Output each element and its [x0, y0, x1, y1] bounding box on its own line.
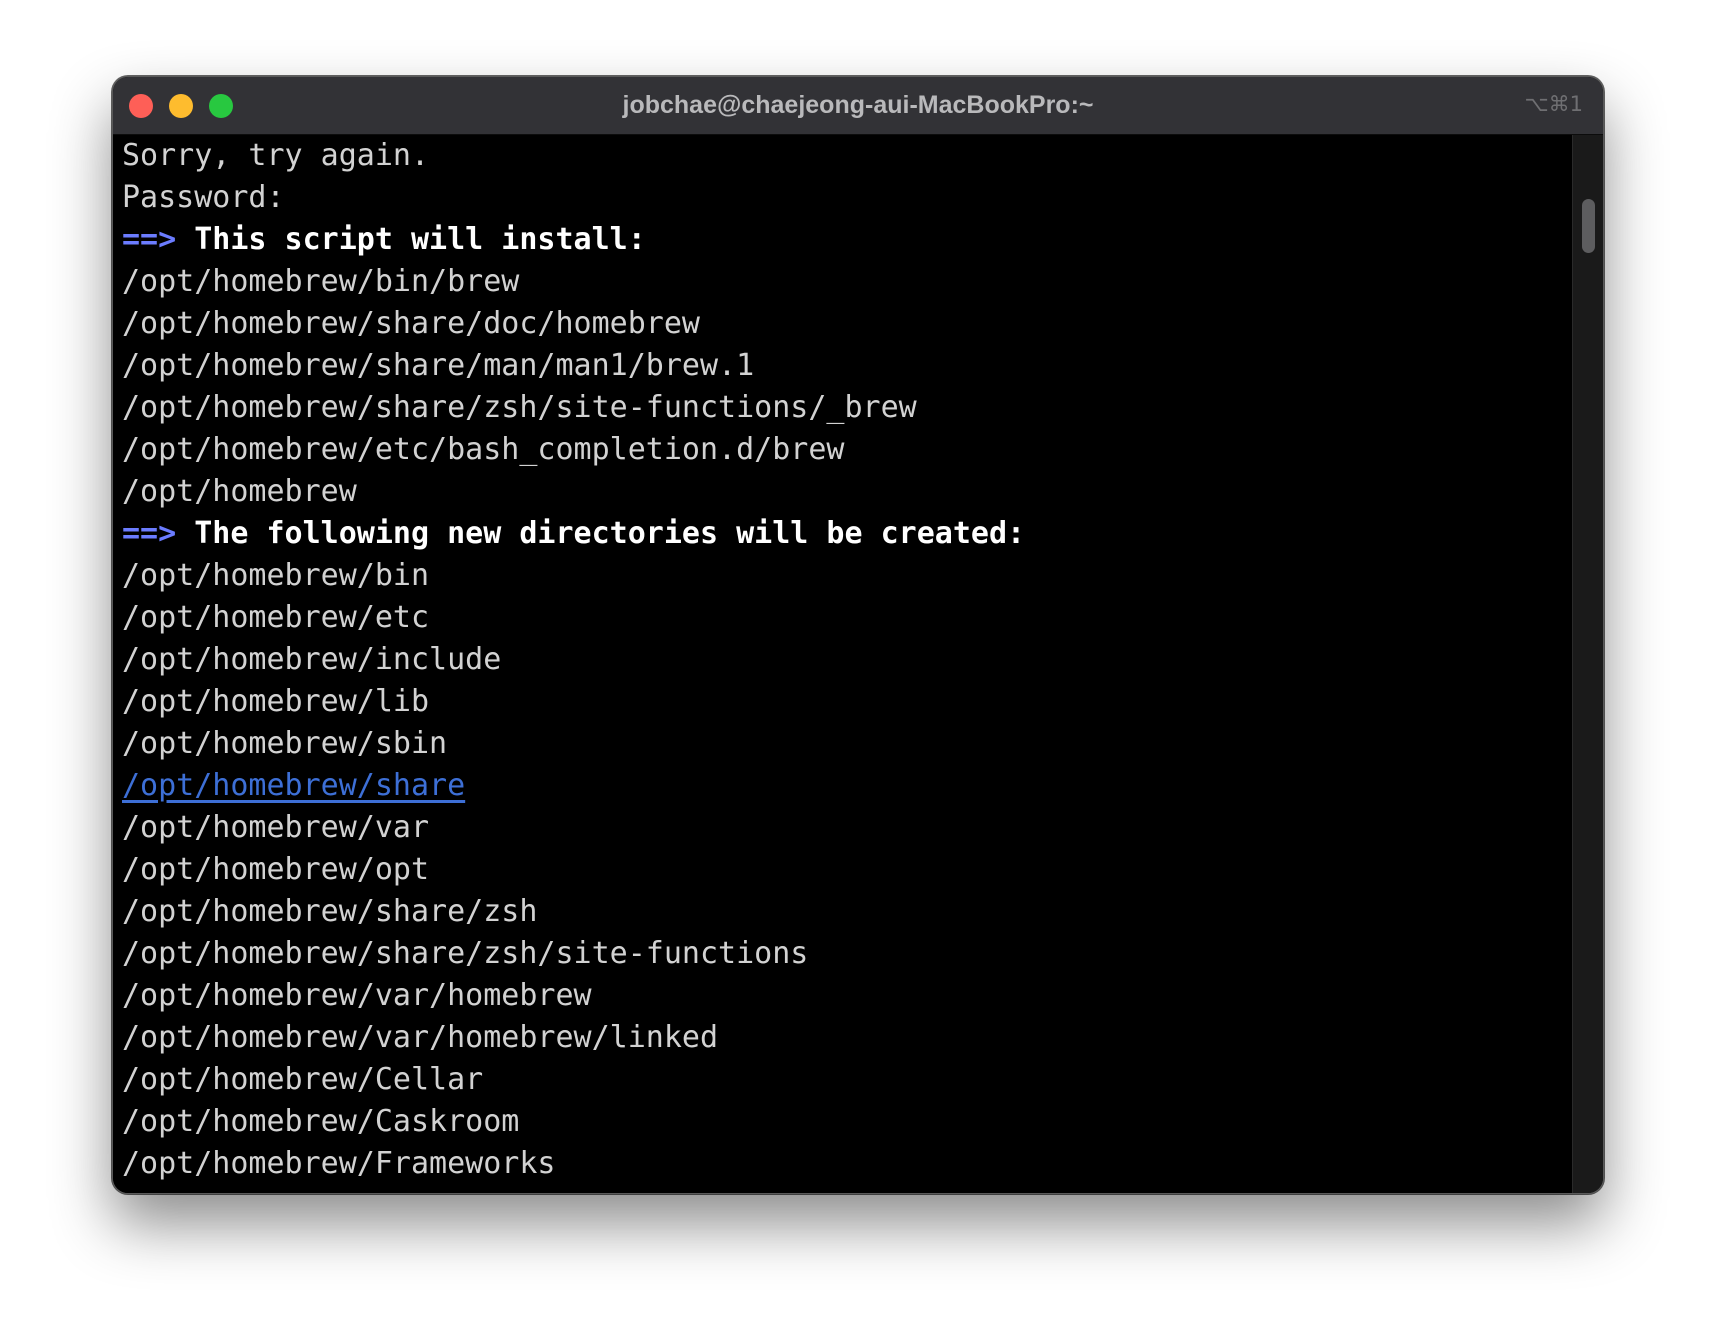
heading-text: This script will install:	[194, 222, 646, 257]
terminal-output[interactable]: Sorry, try again. Password: ==> This scrip…	[113, 135, 1573, 1193]
terminal-line: /opt/homebrew/var/homebrew	[122, 978, 592, 1013]
terminal-line: /opt/homebrew/etc	[122, 600, 430, 635]
window-title: jobchae@chaejeong-aui-MacBookPro:~	[622, 91, 1094, 119]
terminal-line: /opt/homebrew/bin	[122, 558, 430, 593]
terminal-link-line[interactable]: /opt/homebrew/share	[122, 765, 1573, 807]
terminal-line: /opt/homebrew/var/homebrew/linked	[122, 1020, 719, 1055]
terminal-line: /opt/homebrew/Cellar	[122, 1062, 484, 1097]
terminal-line: /opt/homebrew	[122, 474, 357, 509]
terminal-line: Password:	[122, 180, 285, 215]
terminal-heading-line: ==> The following new directories will b…	[122, 513, 1573, 555]
title-bar[interactable]: jobchae@chaejeong-aui-MacBookPro:~ ⌥⌘1	[113, 77, 1603, 135]
heading-arrow: ==>	[122, 516, 177, 551]
terminal-line: /opt/homebrew/share/zsh/site-functions/_…	[122, 390, 917, 425]
terminal-line: /opt/homebrew/share/man/man1/brew.1	[122, 348, 755, 383]
terminal-line: /opt/homebrew/Caskroom	[122, 1104, 520, 1139]
terminal-line: /opt/homebrew/include	[122, 642, 502, 677]
terminal-line: /opt/homebrew/Frameworks	[122, 1146, 556, 1181]
terminal-line: Sorry, try again.	[122, 138, 430, 173]
terminal-window: jobchae@chaejeong-aui-MacBookPro:~ ⌥⌘1 S…	[112, 76, 1604, 1194]
terminal-line: /opt/homebrew/bin/brew	[122, 264, 520, 299]
heading-text: The following new directories will be cr…	[194, 516, 1026, 551]
terminal-line: /opt/homebrew/var	[122, 810, 430, 845]
terminal-line: /opt/homebrew/share/zsh/site-functions	[122, 936, 809, 971]
terminal-line: /opt/homebrew/etc/bash_completion.d/brew	[122, 432, 845, 467]
scroll-thumb[interactable]	[1582, 199, 1595, 253]
scrollbar[interactable]	[1572, 135, 1603, 1193]
terminal-line: /opt/homebrew/opt	[122, 852, 430, 887]
terminal-line: /opt/homebrew/share/doc/homebrew	[122, 306, 700, 341]
terminal-line: /opt/homebrew/sbin	[122, 726, 448, 761]
terminal-heading-line: ==> This script will install:	[122, 219, 1573, 261]
heading-arrow: ==>	[122, 222, 177, 257]
terminal-line: /opt/homebrew/lib	[122, 684, 430, 719]
terminal-line: /opt/homebrew/share/zsh	[122, 894, 538, 929]
window-shortcut: ⌥⌘1	[1524, 92, 1583, 116]
